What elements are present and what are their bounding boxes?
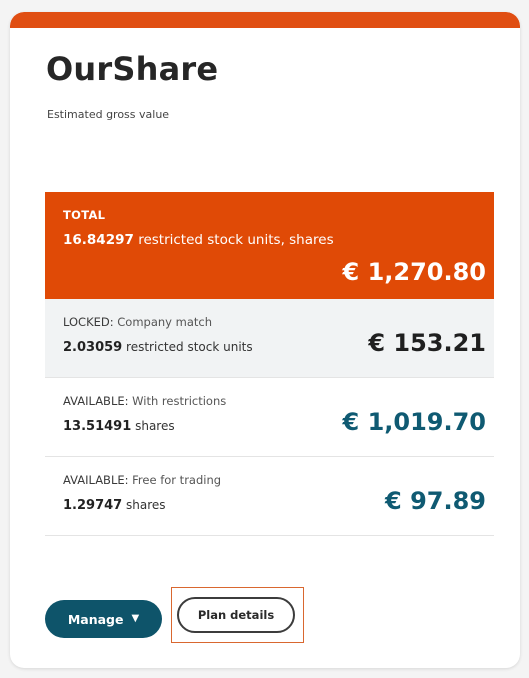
holding-status-description: Free for trading	[132, 473, 222, 487]
holding-status-description: Company match	[117, 315, 213, 329]
ourshare-card: OurShare Estimated gross value TOTAL 16.…	[10, 12, 520, 668]
holding-unit: shares	[135, 419, 175, 433]
holding-detail: 2.03059 restricted stock units	[63, 340, 253, 355]
holding-unit: restricted stock units	[126, 340, 253, 354]
manage-button-label: Manage	[67, 611, 124, 627]
card-title: OurShare	[46, 50, 219, 88]
plan-details-focus-ring: Plan details	[171, 587, 304, 643]
total-row: TOTAL 16.84297 restricted stock units, s…	[45, 192, 494, 299]
holding-number: 2.03059	[63, 340, 123, 355]
holding-status-tag: LOCKED:	[63, 315, 114, 329]
total-label: TOTAL	[63, 208, 106, 222]
holding-value: € 97.89	[385, 487, 486, 515]
total-value: € 1,270.80	[342, 258, 486, 286]
card-subtitle: Estimated gross value	[47, 108, 170, 121]
manage-button[interactable]: Manage ▼	[45, 600, 162, 638]
holding-status-tag: AVAILABLE:	[63, 473, 129, 487]
holding-number: 13.51491	[63, 419, 132, 434]
card-actions: Manage ▼ Plan details	[45, 587, 465, 643]
holding-value: € 1,019.70	[342, 408, 486, 436]
holding-status-description: With restrictions	[132, 394, 227, 408]
holding-status: AVAILABLE: With restrictions	[63, 394, 226, 408]
holdings-list: TOTAL 16.84297 restricted stock units, s…	[45, 192, 494, 536]
holding-status: AVAILABLE: Free for trading	[63, 473, 221, 487]
caret-down-icon: ▼	[131, 613, 140, 624]
holding-row-with-restrictions: AVAILABLE: With restrictions 13.51491 sh…	[45, 378, 494, 457]
total-units-number: 16.84297	[63, 232, 134, 248]
holding-row-locked: LOCKED: Company match 2.03059 restricted…	[45, 299, 494, 378]
holding-number: 1.29747	[63, 498, 123, 513]
total-units-text: restricted stock units, shares	[138, 232, 334, 248]
holding-value: € 153.21	[368, 329, 486, 357]
holding-detail: 1.29747 shares	[63, 498, 166, 513]
holding-status: LOCKED: Company match	[63, 315, 212, 329]
holding-status-tag: AVAILABLE:	[63, 394, 129, 408]
holding-row-free-for-trading: AVAILABLE: Free for trading 1.29747 shar…	[45, 457, 494, 536]
card-accent-bar	[10, 12, 520, 28]
holding-unit: shares	[126, 498, 166, 512]
plan-details-button[interactable]: Plan details	[177, 597, 295, 633]
holding-detail: 13.51491 shares	[63, 419, 175, 434]
total-units: 16.84297 restricted stock units, shares	[63, 232, 334, 248]
